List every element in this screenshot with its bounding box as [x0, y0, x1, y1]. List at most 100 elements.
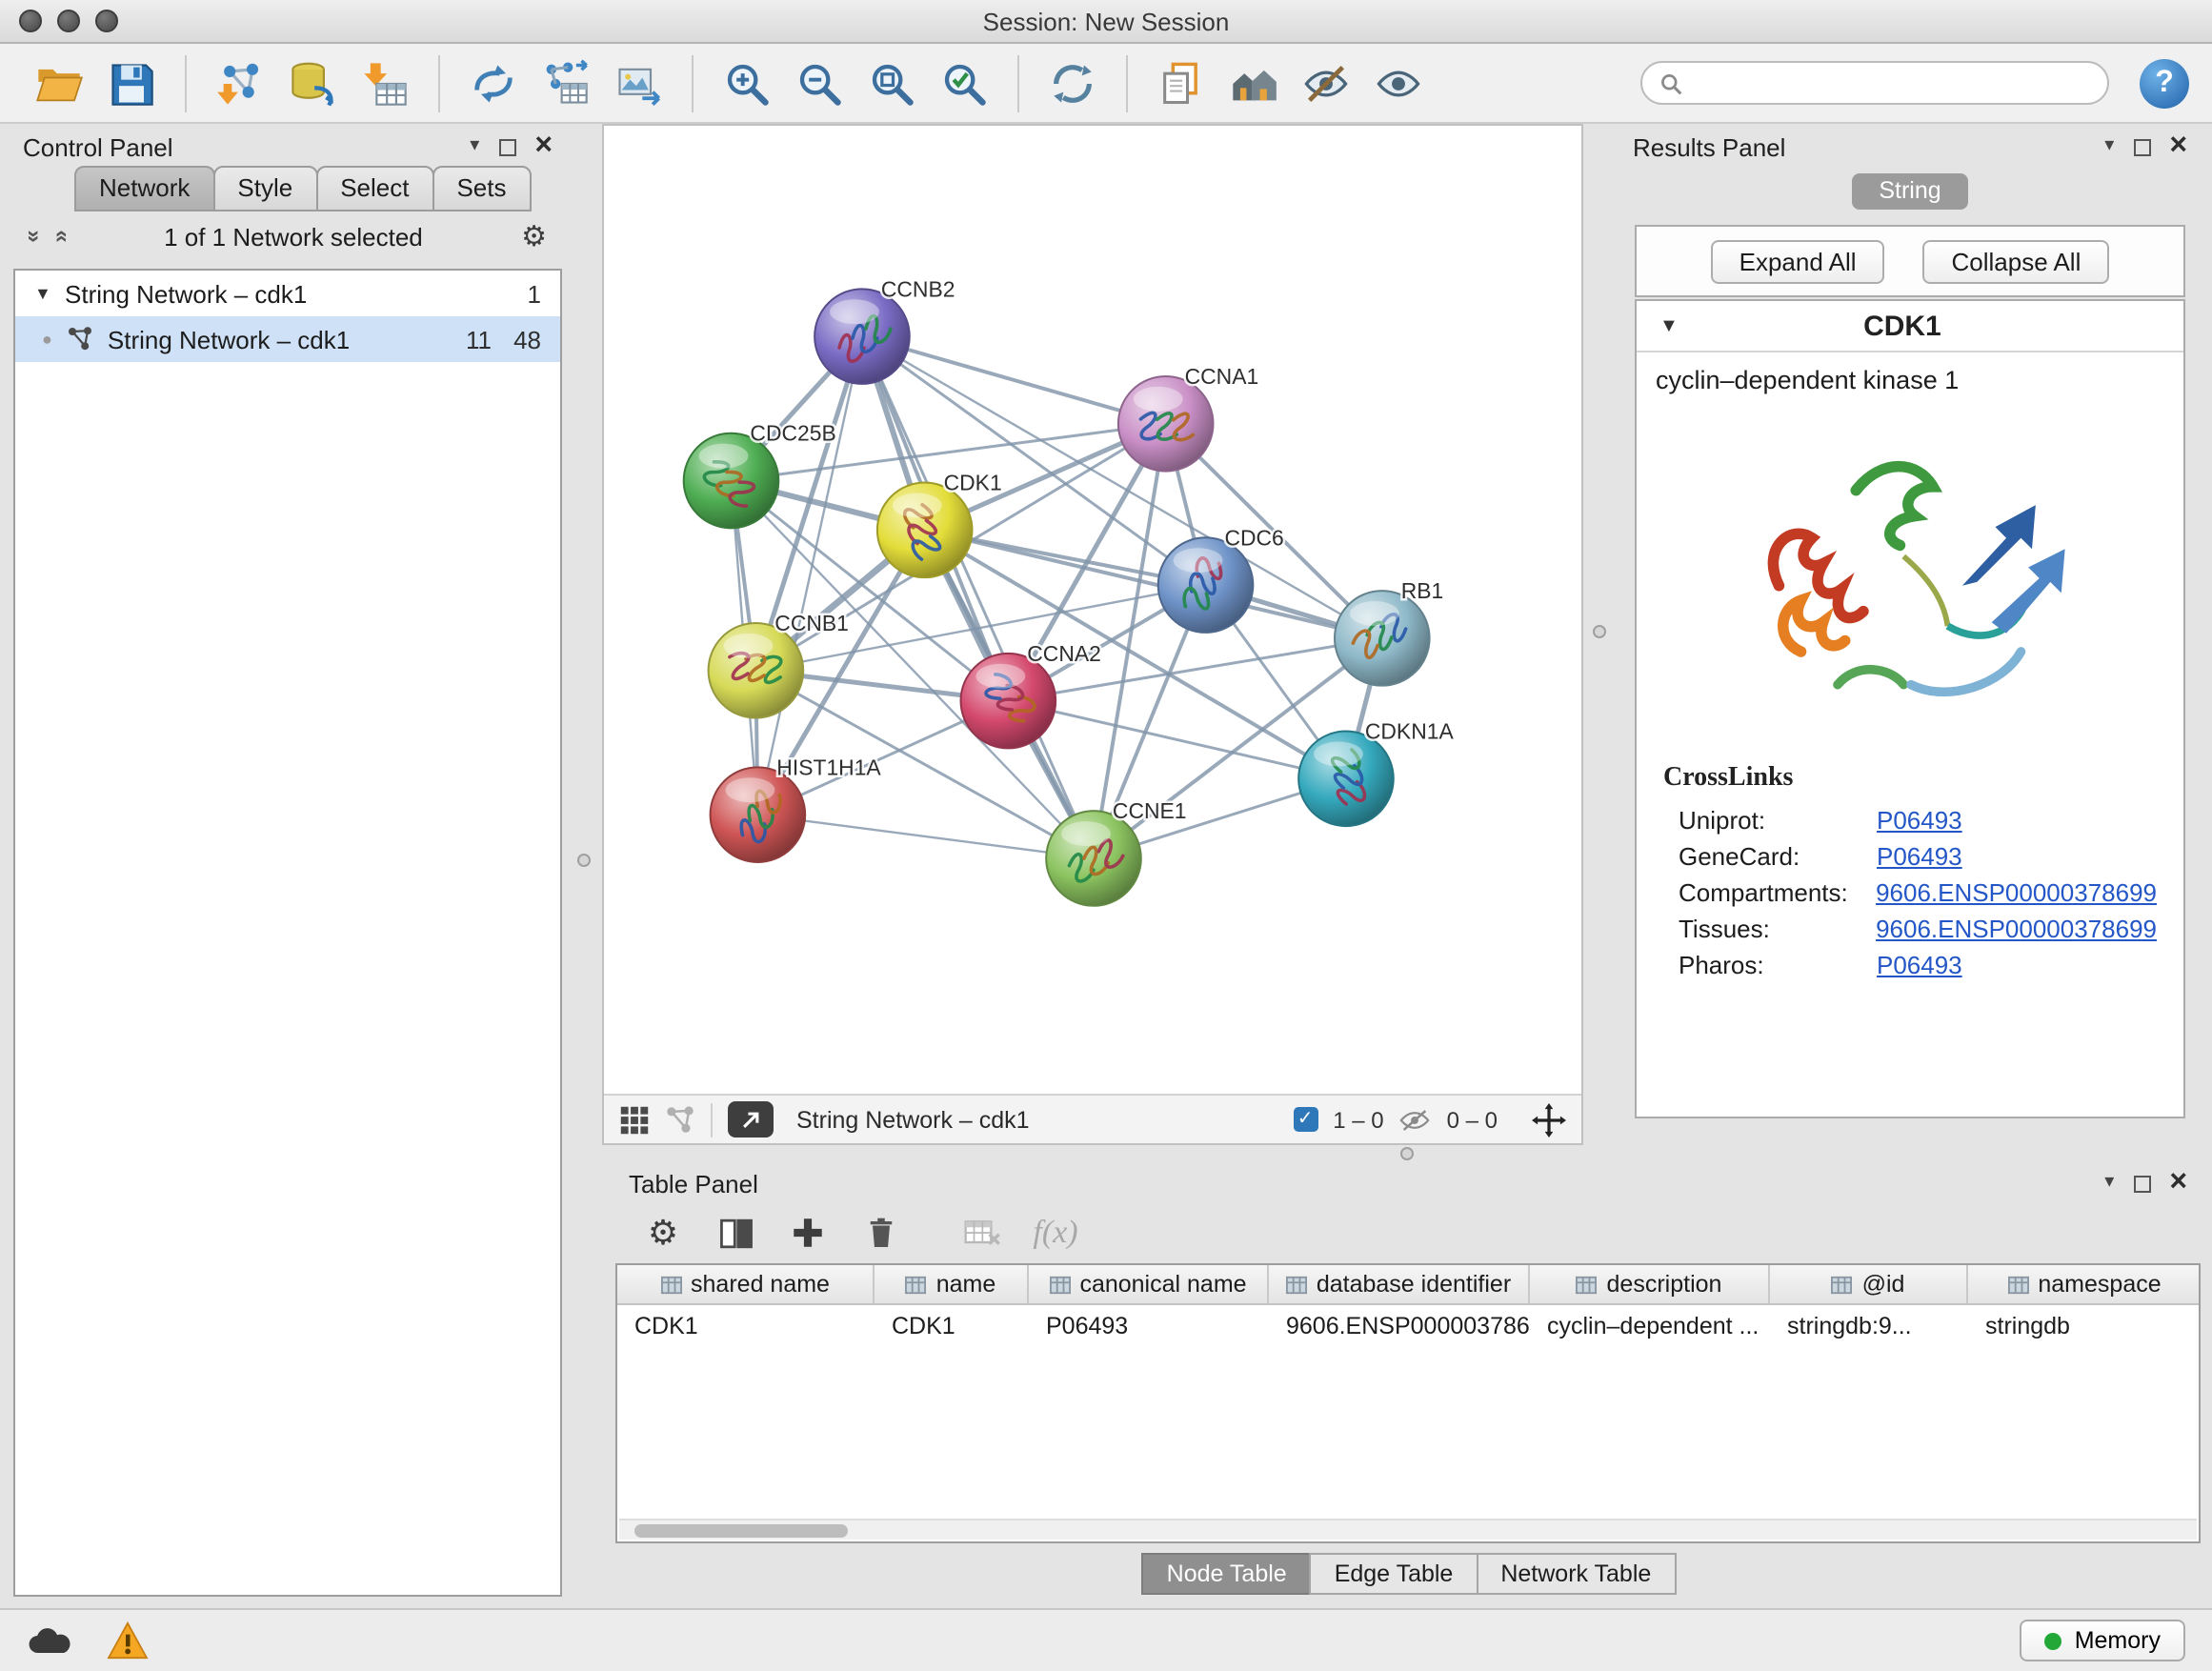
table-cell[interactable]: stringdb: [1968, 1312, 2201, 1339]
crosslink-link-tissues[interactable]: 9606.ENSP00000378699: [1876, 915, 2157, 943]
crosslink-link-pharos[interactable]: P06493: [1877, 951, 1962, 979]
expand-all-button[interactable]: Expand All: [1711, 239, 1885, 283]
collapse-all-button[interactable]: Collapse All: [1923, 239, 2110, 283]
column-header-shared-name[interactable]: shared name: [617, 1265, 875, 1303]
tab-sets[interactable]: Sets: [432, 166, 531, 211]
tab-style[interactable]: Style: [212, 166, 317, 211]
table-settings-gear-icon[interactable]: ⚙: [642, 1212, 684, 1254]
column-header-description[interactable]: description: [1530, 1265, 1770, 1303]
zoom-out-button[interactable]: [789, 52, 850, 113]
pan-crosshair-icon[interactable]: [1532, 1102, 1566, 1137]
panel-close-icon[interactable]: ×: [2169, 1168, 2187, 1198]
add-column-icon[interactable]: [787, 1212, 829, 1254]
cloud-icon[interactable]: [27, 1624, 72, 1657]
collapse-section-icon[interactable]: ▼: [1659, 315, 1679, 336]
splitter-handle[interactable]: [1400, 1147, 1414, 1160]
apply-layout-button[interactable]: [1042, 52, 1103, 113]
tab-network[interactable]: Network: [74, 166, 214, 211]
panel-float-icon[interactable]: [2133, 138, 2150, 155]
column-header--id[interactable]: @id: [1770, 1265, 1968, 1303]
zoom-in-button[interactable]: [716, 52, 777, 113]
delete-table-icon[interactable]: [962, 1212, 1004, 1254]
zoom-selected-button[interactable]: [934, 52, 995, 113]
save-session-button[interactable]: [101, 52, 162, 113]
splitter-handle[interactable]: [1593, 625, 1606, 638]
tab-select[interactable]: Select: [315, 166, 433, 211]
network-node-CDK1[interactable]: CDK1: [877, 470, 1002, 577]
table-cell[interactable]: cyclin–dependent ...: [1530, 1312, 1770, 1339]
new-network-button[interactable]: [463, 52, 524, 113]
panel-close-icon[interactable]: ×: [534, 131, 553, 162]
warning-icon[interactable]: [107, 1621, 149, 1660]
protein-header[interactable]: ▼ CDK1: [1637, 301, 2183, 352]
splitter-handle[interactable]: [577, 854, 591, 867]
panel-float-icon[interactable]: [2133, 1175, 2150, 1192]
tab-edge-table[interactable]: Edge Table: [1310, 1553, 1478, 1595]
window-zoom-button[interactable]: [95, 10, 118, 32]
network-node-CDC25B[interactable]: CDC25B: [684, 421, 836, 529]
hide-selected-button[interactable]: [1296, 52, 1357, 113]
search-box[interactable]: [1640, 61, 2109, 105]
table-horizontal-scrollbar[interactable]: [619, 1519, 2197, 1540]
open-session-button[interactable]: [29, 52, 90, 113]
network-node-CCNB1[interactable]: CCNB1: [709, 611, 849, 718]
panel-menu-icon[interactable]: ▾: [470, 137, 479, 156]
scrollbar-thumb[interactable]: [634, 1524, 848, 1538]
search-input[interactable]: [1694, 70, 2090, 96]
network-node-HIST1H1A[interactable]: HIST1H1A: [711, 755, 882, 862]
crosslink-link-compartments[interactable]: 9606.ENSP00000378699: [1876, 878, 2157, 907]
copy-document-button[interactable]: [1151, 52, 1212, 113]
home-button[interactable]: [1223, 52, 1284, 113]
selected-checkbox-icon[interactable]: ✓: [1293, 1107, 1317, 1132]
collapse-all-icon[interactable]: »: [22, 230, 49, 242]
tab-node-table[interactable]: Node Table: [1142, 1553, 1312, 1595]
network-canvas[interactable]: CCNB2CCNA1CDC25BCDK1CDC6RB1CCNB1CCNA2CDK…: [604, 126, 1581, 1094]
show-columns-icon[interactable]: [714, 1212, 756, 1254]
network-row-selected[interactable]: ● String Network – cdk1 11 48: [15, 316, 560, 362]
panel-float-icon[interactable]: [498, 138, 515, 155]
window-close-button[interactable]: [19, 10, 42, 32]
zoom-fit-button[interactable]: [861, 52, 922, 113]
window-minimize-button[interactable]: [57, 10, 80, 32]
panel-menu-icon[interactable]: ▾: [2104, 1174, 2114, 1193]
memory-button[interactable]: Memory: [2020, 1620, 2185, 1661]
table-cell[interactable]: stringdb:9...: [1770, 1312, 1968, 1339]
export-image-button[interactable]: [608, 52, 669, 113]
crosslink-link-genecard[interactable]: P06493: [1877, 842, 1962, 871]
network-node-CCNB2[interactable]: CCNB2: [814, 276, 955, 384]
column-header-namespace[interactable]: namespace: [1968, 1265, 2201, 1303]
panel-close-icon[interactable]: ×: [2169, 131, 2187, 162]
import-network-file-button[interactable]: [210, 52, 271, 113]
expand-all-icon[interactable]: »: [46, 230, 72, 242]
new-network-from-selection-button[interactable]: [535, 52, 596, 113]
network-view[interactable]: CCNB2CCNA1CDC25BCDK1CDC6RB1CCNB1CCNA2CDK…: [602, 124, 1583, 1145]
column-header-database-identifier[interactable]: database identifier: [1269, 1265, 1530, 1303]
table-row[interactable]: CDK1CDK1P064939606.ENSP00000378699cyclin…: [617, 1305, 2199, 1345]
detach-view-button[interactable]: [728, 1101, 774, 1137]
delete-column-icon[interactable]: [859, 1212, 901, 1254]
help-button[interactable]: ?: [2140, 58, 2189, 108]
network-node-RB1[interactable]: RB1: [1335, 578, 1443, 686]
column-header-name[interactable]: name: [875, 1265, 1029, 1303]
column-header-canonical-name[interactable]: canonical name: [1029, 1265, 1269, 1303]
title-bar[interactable]: Session: New Session: [0, 0, 2212, 44]
panel-menu-icon[interactable]: ▾: [2104, 137, 2114, 156]
tab-network-table[interactable]: Network Table: [1476, 1553, 1676, 1595]
import-network-database-button[interactable]: [282, 52, 343, 113]
import-table-file-button[interactable]: [354, 52, 415, 113]
network-options-gear-icon[interactable]: ⚙: [521, 222, 547, 251]
network-collection-row[interactable]: ▼ String Network – cdk1 1: [15, 271, 560, 316]
function-builder-icon[interactable]: f(x): [1035, 1212, 1076, 1254]
network-node-CDKN1A[interactable]: CDKN1A: [1298, 718, 1454, 826]
table-cell[interactable]: CDK1: [875, 1312, 1029, 1339]
crosslink-link-uniprot[interactable]: P06493: [1877, 806, 1962, 835]
table-cell[interactable]: P06493: [1029, 1312, 1269, 1339]
table-cell[interactable]: CDK1: [617, 1312, 875, 1339]
tab-string[interactable]: String: [1852, 173, 1967, 210]
tree-expand-icon[interactable]: ▼: [34, 284, 65, 303]
show-all-button[interactable]: [1368, 52, 1429, 113]
network-node-CCNA1[interactable]: CCNA1: [1118, 364, 1258, 472]
grid-view-icon[interactable]: [619, 1104, 650, 1135]
network-node-CCNA2[interactable]: CCNA2: [961, 641, 1101, 749]
network-view-icon[interactable]: [665, 1104, 695, 1135]
